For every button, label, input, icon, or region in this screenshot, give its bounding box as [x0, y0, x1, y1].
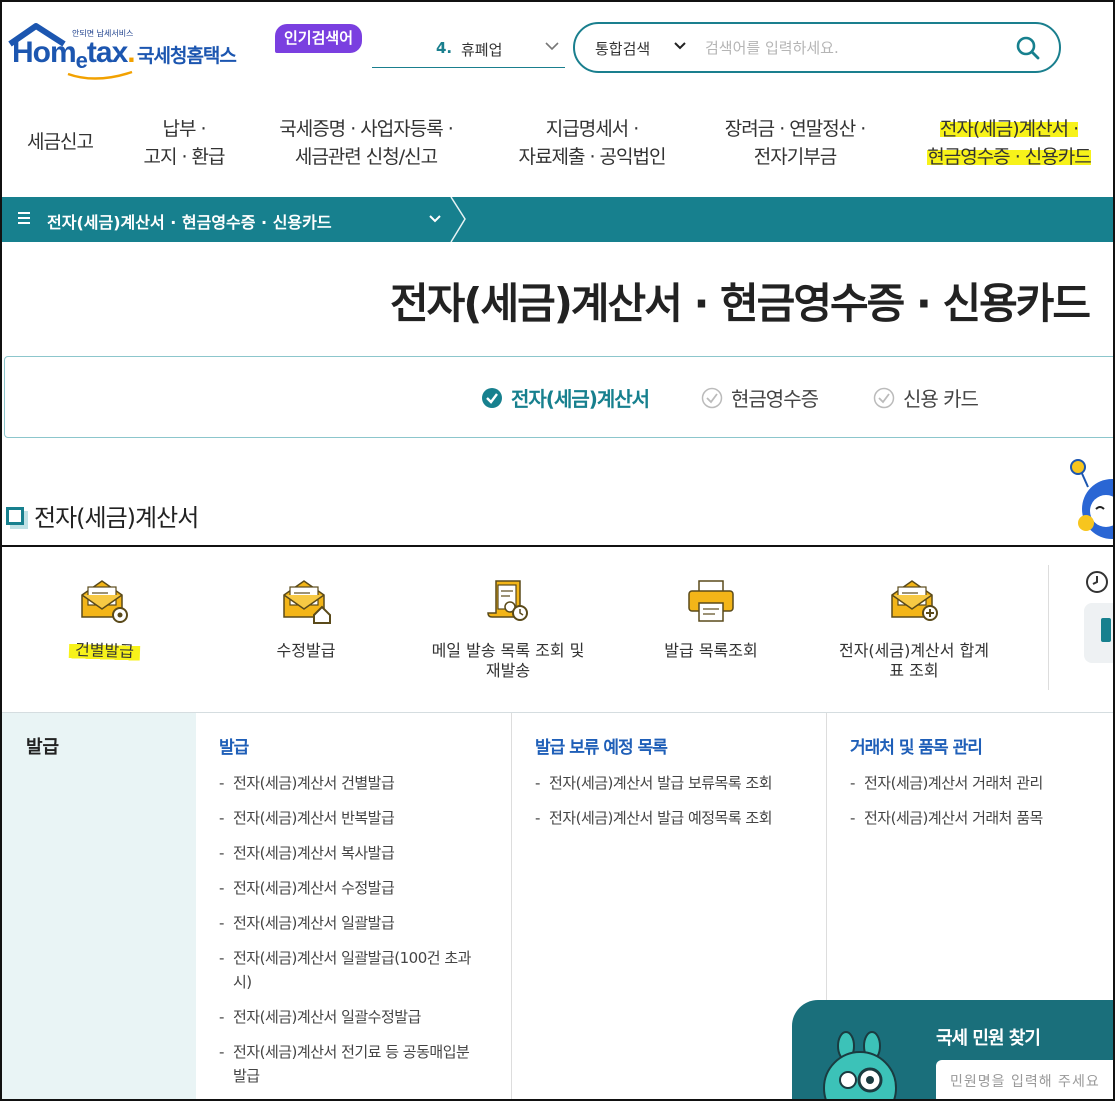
search-icon[interactable]: [1015, 35, 1041, 61]
mega-link[interactable]: 전자(세금)계산서 반복발급: [219, 806, 479, 830]
check-circle-icon: [482, 387, 502, 408]
mega-link[interactable]: 전자(세금)계산서 발급 보류목록 조회: [535, 771, 785, 795]
envelope-plus-icon: [891, 580, 938, 621]
popular-search-badge: 인기검색어: [275, 24, 363, 53]
chevron-down-icon: [674, 42, 686, 50]
quick-menu-label: 전자(세금)계산서 합계표 조회: [838, 641, 990, 680]
printer-icon: [688, 580, 734, 622]
quick-menu-label: 발급 목록조회: [664, 641, 758, 660]
section-square-icon: [6, 506, 24, 525]
mega-link[interactable]: 전자(세금)계산서 일괄발급: [219, 911, 479, 935]
mega-link[interactable]: 전자(세금)계산서 일괄수정발급: [219, 1005, 479, 1029]
gnb-item-tax-filing[interactable]: 세금신고: [22, 128, 98, 156]
search-input[interactable]: [705, 34, 1005, 62]
gnb-item-incentive[interactable]: 장려금 · 연말정산 · 전자기부금: [706, 115, 884, 171]
breadcrumb-separator: [450, 197, 466, 242]
civil-panel-title: 국세 민원 찾기: [936, 1028, 1041, 1049]
gnb-item-payment[interactable]: 납부 · 고지 · 환급: [128, 115, 240, 171]
mega-link[interactable]: 전자(세금)계산서 전기료 등 공동매입분 발급: [219, 1040, 479, 1088]
logo-korean-name: 국세청홈택스: [137, 45, 237, 67]
mega-column-title[interactable]: 발급 보류 예정 목록: [535, 733, 668, 758]
civil-service-finder: 국세 민원 찾기: [792, 1000, 1113, 1099]
tab-credit-card[interactable]: 신용 카드: [873, 383, 979, 412]
quick-menu-summary[interactable]: 전자(세금)계산서 합계표 조회: [834, 577, 994, 681]
mega-column-title[interactable]: 발급: [219, 733, 249, 758]
popular-keyword-dropdown[interactable]: 4. 휴폐업: [372, 32, 565, 68]
tab-e-invoice[interactable]: 전자(세금)계산서: [481, 383, 650, 412]
location-current[interactable]: 전자(세금)계산서 · 현금영수증 · 신용카드: [47, 209, 332, 233]
mega-column-title[interactable]: 거래처 및 품목 관리: [850, 733, 983, 758]
chevron-down-icon: [545, 42, 559, 51]
mega-link[interactable]: 전자(세금)계산서 발급 예정목록 조회: [535, 806, 785, 830]
mascot-icon: [823, 1031, 897, 1099]
logo-swoosh: [67, 70, 133, 80]
mega-link[interactable]: 전자(세금)계산서 거래처 품목: [850, 806, 1110, 830]
mega-link[interactable]: 전자(세금)계산서 거래처 관리: [850, 771, 1110, 795]
mega-category-panel: 발급: [2, 713, 196, 1099]
gnb-item-statement[interactable]: 지급명세서 · 자료제출 · 공익법인: [504, 115, 680, 171]
popular-rank: 4.: [436, 39, 453, 57]
quick-menu-mail-resend[interactable]: 메일 발송 목록 조회 및 재발송: [428, 577, 588, 681]
search-scope-select[interactable]: 통합검색: [595, 38, 650, 59]
civil-search-input[interactable]: [936, 1060, 1113, 1099]
scroll-document-icon: [487, 580, 528, 621]
check-circle-outline-icon: [873, 387, 895, 408]
search-bar: 통합검색: [573, 22, 1061, 73]
envelope-home-icon: [283, 580, 331, 624]
mega-link[interactable]: 전자(세금)계산서 복사발급: [219, 841, 479, 865]
section-title: 전자(세금)계산서: [6, 498, 199, 533]
mega-link[interactable]: 전자(세금)계산서 수정발급: [219, 876, 479, 900]
quick-menu-divider: [1048, 565, 1049, 690]
location-bar: 전자(세금)계산서 · 현금영수증 · 신용카드: [2, 197, 1113, 242]
hamburger-icon[interactable]: [18, 211, 32, 225]
check-circle-outline-icon: [701, 387, 723, 408]
popular-word: 휴폐업: [461, 41, 503, 59]
mascot-icon: [1070, 459, 1113, 539]
gnb-item-certificate[interactable]: 국세증명 · 사업자등록 · 세금관련 신청/신고: [264, 115, 468, 171]
page-frame: 안되면 납세서비스 Hometax. 국세청홈택스 인기검색어 4. 휴폐업 통…: [0, 0, 1115, 1101]
envelope-gear-icon: [81, 580, 128, 623]
section-divider: [2, 545, 1113, 547]
quick-menu-label: 건별발급: [68, 639, 140, 663]
global-navigation: 세금신고 납부 · 고지 · 환급 국세증명 · 사업자등록 · 세금관련 신청/신…: [2, 98, 1113, 194]
hometax-logo[interactable]: 안되면 납세서비스 Hometax. 국세청홈택스: [6, 20, 256, 80]
tab-cash-receipt[interactable]: 현금영수증: [701, 383, 819, 412]
chevron-down-icon[interactable]: [428, 213, 442, 225]
mega-category-label[interactable]: 발급: [26, 733, 59, 759]
quick-menu-label: 수정발급: [276, 641, 336, 660]
quick-menu-single-issue[interactable]: 건별발급: [24, 577, 184, 663]
category-tabs: 전자(세금)계산서 현금영수증 신용 카드: [4, 356, 1113, 438]
gnb-item-e-invoice[interactable]: 전자(세금)계산서 · 현금영수증 · 신용카드: [914, 115, 1104, 171]
side-quick-button[interactable]: [1084, 603, 1113, 663]
clock-icon[interactable]: [1085, 570, 1109, 594]
logo-brand: Hometax.: [12, 36, 136, 73]
quick-menu-issue-list[interactable]: 발급 목록조회: [631, 577, 791, 661]
mega-divider: [511, 713, 512, 1099]
mega-link[interactable]: 전자(세금)계산서 건별발급: [219, 771, 479, 795]
quick-menu-label: 메일 발송 목록 조회 및 재발송: [431, 641, 585, 680]
page-title: 전자(세금)계산서 · 현금영수증 · 신용카드: [389, 279, 1091, 328]
mega-link[interactable]: 전자(세금)계산서 일괄발급(100건 초과 시): [219, 946, 479, 994]
mega-column-issue: 발급 전자(세금)계산서 건별발급 전자(세금)계산서 반복발급 전자(세금)계…: [219, 713, 509, 1099]
quick-menu-amend-issue[interactable]: 수정발급: [226, 577, 386, 661]
mega-column-hold: 발급 보류 예정 목록 전자(세금)계산서 발급 보류목록 조회 전자(세금)계…: [535, 713, 815, 1099]
